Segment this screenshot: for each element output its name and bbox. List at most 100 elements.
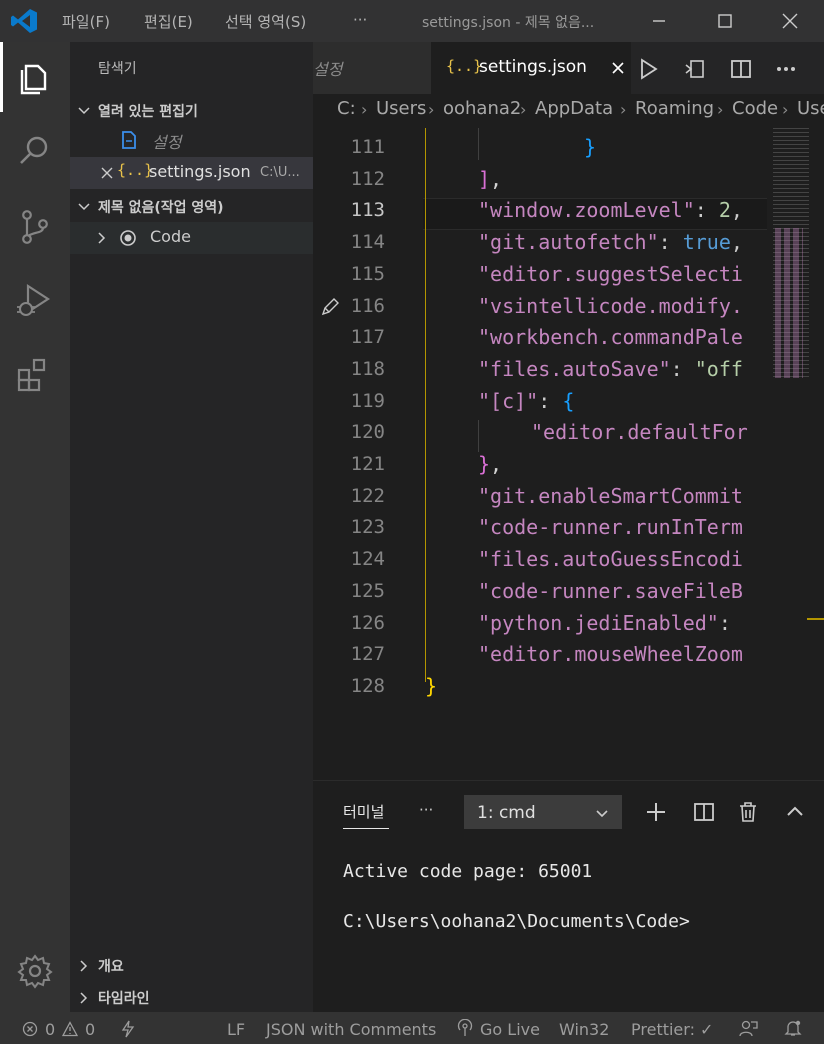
breadcrumb-item[interactable]: AppData: [535, 98, 613, 119]
open-settings-ui-icon[interactable]: [682, 56, 708, 82]
open-editor-item-settings[interactable]: 설정: [70, 124, 313, 156]
more-actions-icon[interactable]: [773, 56, 799, 82]
minimap[interactable]: [767, 128, 824, 780]
code-line[interactable]: "code-runner.saveFileB: [425, 579, 767, 603]
outline-section[interactable]: 개요: [70, 950, 313, 982]
split-editor-icon[interactable]: [728, 56, 754, 82]
eol-indicator[interactable]: LF: [227, 1020, 245, 1039]
lightning-icon[interactable]: [120, 1020, 136, 1038]
breadcrumb-item[interactable]: Use: [797, 98, 824, 119]
json-file-icon: {..}: [446, 57, 483, 75]
settings-gear-icon[interactable]: [14, 950, 56, 992]
open-editor-label: settings.json: [149, 162, 251, 181]
search-icon[interactable]: [14, 130, 56, 172]
code-line[interactable]: ],: [425, 167, 767, 191]
tab-settings-ui[interactable]: 설정: [313, 42, 431, 94]
activity-bar: [0, 42, 70, 1012]
close-icon[interactable]: [611, 61, 625, 75]
panel-more-button[interactable]: ···: [419, 801, 433, 819]
code-line[interactable]: "workbench.commandPale: [425, 325, 767, 349]
terminal-select-value: 1: cmd: [477, 803, 536, 823]
code-line[interactable]: "python.jediEnabled":: [425, 611, 767, 635]
edit-pencil-icon[interactable]: [319, 296, 341, 318]
vscode-logo-icon[interactable]: [10, 8, 38, 34]
open-editors-header[interactable]: 열려 있는 편집기: [70, 98, 313, 124]
extensions-icon[interactable]: [14, 354, 56, 396]
code-line[interactable]: "files.autoSave": "off: [425, 357, 767, 381]
add-terminal-icon[interactable]: [643, 799, 669, 825]
close-window-icon[interactable]: [777, 8, 803, 34]
prettier-status[interactable]: Prettier: ✓: [631, 1020, 713, 1039]
line-number: 124: [350, 548, 385, 571]
platform-indicator[interactable]: Win32: [559, 1020, 609, 1039]
code-line[interactable]: "git.autofetch": true,: [425, 230, 767, 254]
code-line[interactable]: "editor.suggestSelecti: [425, 262, 767, 286]
minimize-icon[interactable]: [646, 8, 672, 34]
broadcast-icon[interactable]: [456, 1019, 474, 1037]
open-editor-item-settings-json[interactable]: {..} settings.json C:\U...: [70, 157, 313, 189]
code-line[interactable]: "vsintellicode.modify.: [425, 294, 767, 318]
notifications-bell-icon[interactable]: [784, 1019, 802, 1037]
tab-settings-json[interactable]: {..} settings.json: [431, 42, 631, 94]
code-line[interactable]: }: [425, 674, 767, 698]
breadcrumb: C: › Users › oohana2 › AppData › Roaming…: [313, 94, 824, 128]
close-icon[interactable]: [100, 166, 114, 180]
warning-icon[interactable]: [62, 1021, 78, 1037]
chevron-right-icon: ›: [620, 100, 627, 119]
breadcrumb-item[interactable]: C:: [337, 98, 356, 119]
code-line[interactable]: "git.enableSmartCommit: [425, 484, 767, 508]
code-line[interactable]: "editor.mouseWheelZoom: [425, 642, 767, 666]
chevron-right-icon: ›: [428, 100, 435, 119]
warning-count[interactable]: 0: [85, 1020, 95, 1039]
terminal-prompt[interactable]: C:\Users\oohana2\Documents\Code>: [343, 911, 690, 932]
breadcrumb-item[interactable]: oohana2: [443, 98, 521, 119]
source-control-icon[interactable]: [14, 206, 56, 248]
line-number: 128: [350, 674, 385, 697]
breadcrumb-item[interactable]: Roaming: [635, 98, 714, 119]
code-line[interactable]: "files.autoGuessEncodi: [425, 547, 767, 571]
code-editor[interactable]: 111} 112], 113 "window.zoomLevel": 2, 114 "gi…: [313, 128, 824, 780]
code-line[interactable]: "[c]": {: [425, 389, 767, 413]
code-line[interactable]: "window.zoomLevel": 2,: [425, 198, 767, 222]
tab-label: 설정: [313, 60, 343, 79]
tab-terminal[interactable]: 터미널: [343, 801, 384, 822]
run-debug-icon[interactable]: [14, 280, 56, 322]
maximize-panel-icon[interactable]: [782, 799, 808, 825]
menu-more[interactable]: ···: [353, 11, 367, 29]
menu-file[interactable]: 파일(F): [62, 11, 110, 32]
go-live-button[interactable]: Go Live: [480, 1020, 540, 1039]
workspace-folder-code[interactable]: Code: [70, 222, 313, 254]
code-line[interactable]: "editor.defaultFor: [425, 420, 767, 444]
explorer-icon[interactable]: [14, 56, 56, 98]
chevron-right-icon: [98, 232, 106, 244]
error-count[interactable]: 0: [45, 1020, 55, 1039]
line-number: 127: [350, 643, 385, 666]
code-line[interactable]: "code-runner.runInTerm: [425, 515, 767, 539]
file-icon: [122, 131, 136, 149]
feedback-icon[interactable]: [738, 1019, 758, 1037]
split-terminal-icon[interactable]: [691, 799, 717, 825]
line-number: 113: [350, 199, 385, 222]
workspace-header[interactable]: 제목 없음(작업 영역): [70, 194, 313, 220]
line-number: 111: [350, 136, 385, 158]
menu-selection[interactable]: 선택 영역(S): [225, 11, 306, 32]
breadcrumb-item[interactable]: Code: [732, 98, 778, 119]
maximize-icon[interactable]: [712, 8, 738, 34]
code-line[interactable]: }: [425, 135, 767, 159]
chevron-down-icon: [78, 107, 90, 115]
code-line[interactable]: },: [425, 452, 767, 476]
trash-icon[interactable]: [735, 799, 761, 825]
chevron-right-icon: ›: [520, 100, 527, 119]
json-file-icon: {..}: [117, 161, 154, 179]
terminal-select[interactable]: 1: cmd: [464, 795, 622, 829]
open-editors-label: 열려 있는 편집기: [98, 104, 198, 120]
run-icon[interactable]: [635, 56, 661, 82]
timeline-section[interactable]: 타임라인: [70, 982, 313, 1014]
terminal-panel: 터미널 ··· 1: cmd Active code page: 65001 C…: [313, 780, 824, 1012]
language-mode[interactable]: JSON with Comments: [266, 1020, 436, 1039]
line-number: 120: [350, 421, 385, 444]
terminal-line: Active code page: 65001: [343, 861, 593, 882]
menu-edit[interactable]: 편집(E): [144, 11, 193, 32]
breadcrumb-item[interactable]: Users: [376, 98, 426, 119]
error-icon[interactable]: [22, 1021, 38, 1037]
